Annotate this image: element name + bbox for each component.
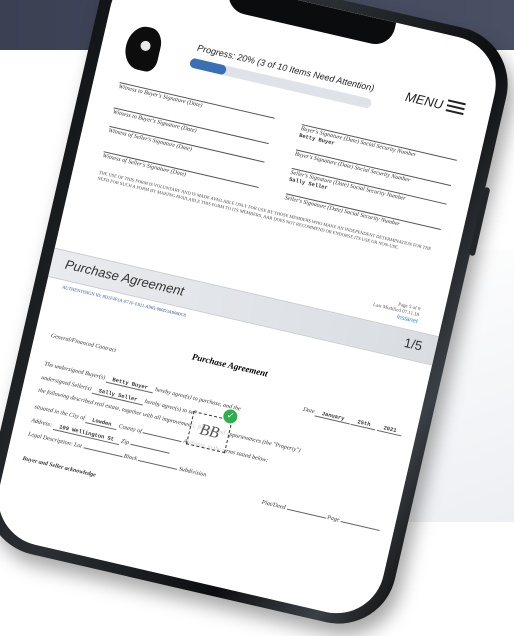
brand-logo: [121, 23, 165, 74]
initials-text: BB: [197, 421, 221, 443]
hamburger-icon: [445, 96, 467, 118]
block-label: Block: [122, 453, 138, 463]
phone-mockup: Progress: 20% (3 of 10 Items Need Attent…: [0, 0, 514, 636]
progress-fill: [188, 57, 228, 76]
witness-seller-line[interactable]: Witness of Seller's Signature (Date): [106, 125, 265, 177]
app-content: Progress: 20% (3 of 10 Items Need Attent…: [0, 0, 505, 623]
seller-signature-line[interactable]: Seller's Signature (Date) Social Securit…: [288, 167, 447, 219]
zip-label: Zip: [120, 438, 130, 447]
disclaimer-text: The use of this form is voluntary and is…: [97, 169, 432, 252]
subdivision-label: Subdivision: [178, 466, 207, 479]
phone-screen: Progress: 20% (3 of 10 Items Need Attent…: [0, 0, 506, 623]
menu-button[interactable]: MENU: [404, 87, 467, 118]
section-page-count: 1/5: [402, 334, 424, 354]
address-label: Address:: [30, 417, 53, 429]
plat-label: Plat/Deed: [260, 499, 286, 512]
date-label: Date: [302, 406, 316, 416]
menu-label: MENU: [404, 88, 445, 112]
side-button: [468, 186, 491, 257]
county-label: County of: [118, 423, 143, 435]
page-info: Page 5 of 9 Last Modified 07.11.18 Insta…: [371, 297, 420, 325]
page-label: Page: [326, 514, 340, 524]
